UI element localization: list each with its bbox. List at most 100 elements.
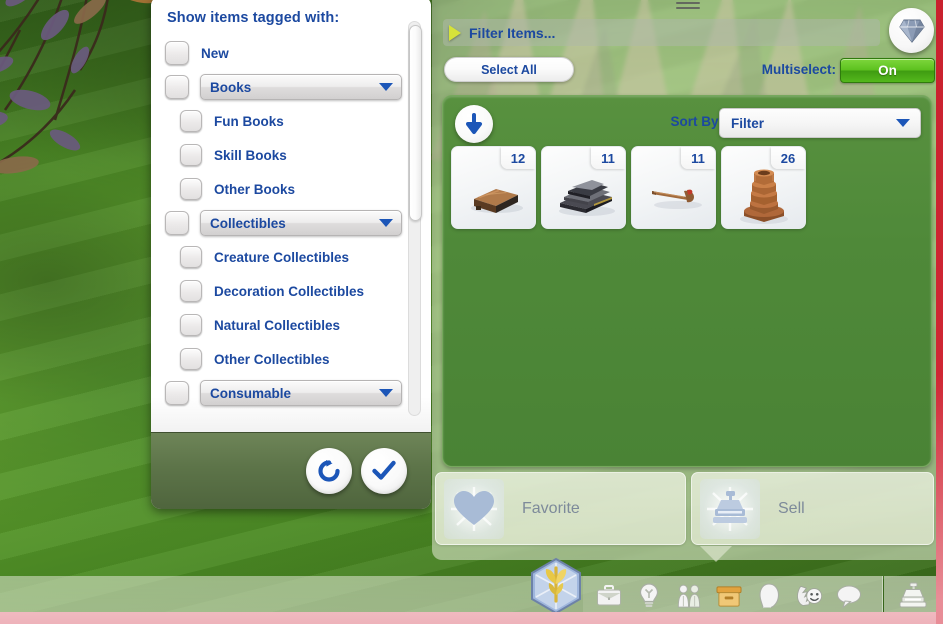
filter-row-natural-collectibles[interactable]: Natural Collectibles: [151, 308, 431, 342]
filter-scrollbar-thumb[interactable]: [409, 25, 422, 221]
sell-icon-box: [700, 478, 760, 539]
filter-label-creature-collectibles: Creature Collectibles: [214, 249, 350, 265]
inventory-box-icon[interactable]: [716, 582, 742, 610]
plumbob-button[interactable]: [527, 557, 585, 615]
inventory-item-count: 11: [681, 147, 715, 169]
filter-label-new: New: [201, 45, 229, 61]
filter-items-label: Filter Items...: [469, 24, 556, 41]
inventory-item-count: 26: [771, 147, 805, 169]
panel-pointer-tail: [700, 546, 732, 562]
filter-row-fun-books[interactable]: Fun Books: [151, 104, 431, 138]
lightbulb-icon[interactable]: [636, 582, 662, 610]
checkbox-new[interactable]: [165, 41, 189, 65]
tool-icon: [652, 189, 702, 209]
relationships-icon[interactable]: [796, 582, 822, 610]
taskbar-strip-left: [0, 576, 583, 614]
multiselect-toggle[interactable]: On: [840, 58, 935, 83]
gem-button[interactable]: [889, 8, 934, 53]
crate-icon: [471, 189, 523, 213]
sort-by-label: Sort By:: [670, 114, 723, 129]
filter-label-other-collectibles: Other Collectibles: [214, 351, 330, 367]
select-all-label: Select All: [481, 62, 537, 77]
dropdown-consumable[interactable]: Consumable: [200, 380, 402, 406]
filter-items-button[interactable]: Filter Items...: [443, 19, 880, 46]
multiselect-value: On: [878, 63, 897, 78]
checkbox-books[interactable]: [165, 75, 189, 99]
career-icon[interactable]: [596, 582, 622, 610]
filter-tag-list: New Books Fun Books Skill Books Other Bo…: [151, 36, 431, 410]
favorite-button[interactable]: Favorite: [435, 472, 686, 545]
checkbox-other-collectibles[interactable]: [180, 348, 202, 370]
favorite-icon-box: [444, 478, 504, 539]
filter-row-other-books[interactable]: Other Books: [151, 172, 431, 206]
dropdown-label-collectibles: Collectibles: [210, 215, 286, 231]
dropdown-label-books: Books: [210, 79, 252, 95]
filter-row-decoration-collectibles[interactable]: Decoration Collectibles: [151, 274, 431, 308]
down-arrow-icon: [466, 113, 482, 134]
taskbar-cash-register-button[interactable]: [898, 582, 928, 610]
filter-dialog-body: Show items tagged with: New Books Fun Bo…: [151, 0, 431, 432]
family-icon[interactable]: [676, 582, 702, 610]
game-screen: Show items tagged with: New Books Fun Bo…: [0, 0, 943, 624]
checkbox-decoration-collectibles[interactable]: [180, 280, 202, 302]
filter-dialog: Show items tagged with: New Books Fun Bo…: [151, 0, 431, 509]
inventory-item-grid: 12 11 11 26: [451, 146, 806, 229]
drag-handle-icon[interactable]: [675, 2, 700, 10]
confirm-filters-button[interactable]: [361, 448, 407, 494]
checkmark-icon: [372, 460, 396, 480]
collapse-button[interactable]: [455, 105, 493, 143]
sell-button[interactable]: Sell: [691, 472, 934, 545]
checkbox-fun-books[interactable]: [180, 110, 202, 132]
filter-label-natural-collectibles: Natural Collectibles: [214, 317, 341, 333]
dropdown-label-consumable: Consumable: [210, 385, 292, 401]
refresh-icon: [318, 460, 340, 482]
filter-row-consumable[interactable]: Consumable: [151, 376, 431, 410]
favorite-label: Favorite: [522, 499, 580, 517]
dropdown-books[interactable]: Books: [200, 74, 402, 100]
filter-row-creature-collectibles[interactable]: Creature Collectibles: [151, 240, 431, 274]
checkbox-other-books[interactable]: [180, 178, 202, 200]
inventory-action-row: Favorite Sell: [435, 472, 938, 545]
taskbar-icon-group: [596, 582, 862, 610]
chevron-down-icon: [379, 83, 393, 91]
checkbox-natural-collectibles[interactable]: [180, 314, 202, 336]
sort-by-dropdown[interactable]: Filter: [719, 108, 921, 138]
checkbox-collectibles[interactable]: [165, 211, 189, 235]
reset-filters-button[interactable]: [306, 448, 352, 494]
inventory-panel: Filter Items... Select All Multiselect: …: [432, 0, 943, 562]
diamond-icon: [898, 18, 925, 43]
filter-scrollbar-track[interactable]: [408, 21, 422, 416]
filter-row-new[interactable]: New: [151, 36, 431, 70]
copper-fitting-icon: [740, 169, 788, 224]
checkbox-creature-collectibles[interactable]: [180, 246, 202, 268]
filter-dialog-footer: [151, 432, 431, 509]
select-all-button[interactable]: Select All: [444, 57, 574, 82]
filter-row-other-collectibles[interactable]: Other Collectibles: [151, 342, 431, 376]
cash-register-icon: [899, 582, 927, 608]
right-edge-accent: [936, 0, 943, 624]
chevron-down-icon: [379, 219, 393, 227]
filter-dialog-title: Show items tagged with:: [167, 10, 340, 26]
inventory-item-tool[interactable]: 11: [631, 146, 716, 229]
checkbox-consumable[interactable]: [165, 381, 189, 405]
inventory-item-books[interactable]: 11: [541, 146, 626, 229]
inventory-item-count: 12: [501, 147, 535, 169]
multiselect-label: Multiselect:: [761, 62, 836, 77]
filter-label-fun-books: Fun Books: [214, 113, 284, 129]
sell-label: Sell: [778, 499, 805, 517]
filter-row-collectibles[interactable]: Collectibles: [151, 206, 431, 240]
filter-row-books[interactable]: Books: [151, 70, 431, 104]
sim-head-icon[interactable]: [756, 582, 782, 610]
filter-row-skill-books[interactable]: Skill Books: [151, 138, 431, 172]
inventory-item-crate[interactable]: 12: [451, 146, 536, 229]
chevron-down-icon: [896, 119, 910, 127]
bottom-accent-bar: [0, 612, 943, 624]
inventory-item-fitting[interactable]: 26: [721, 146, 806, 229]
sort-by-value: Filter: [731, 115, 765, 131]
checkbox-skill-books[interactable]: [180, 144, 202, 166]
dropdown-collectibles[interactable]: Collectibles: [200, 210, 402, 236]
filter-label-decoration-collectibles: Decoration Collectibles: [214, 283, 365, 299]
plumbob-icon: [531, 557, 581, 615]
speech-bubble-icon[interactable]: [836, 582, 862, 610]
filter-label-other-books: Other Books: [214, 181, 296, 197]
